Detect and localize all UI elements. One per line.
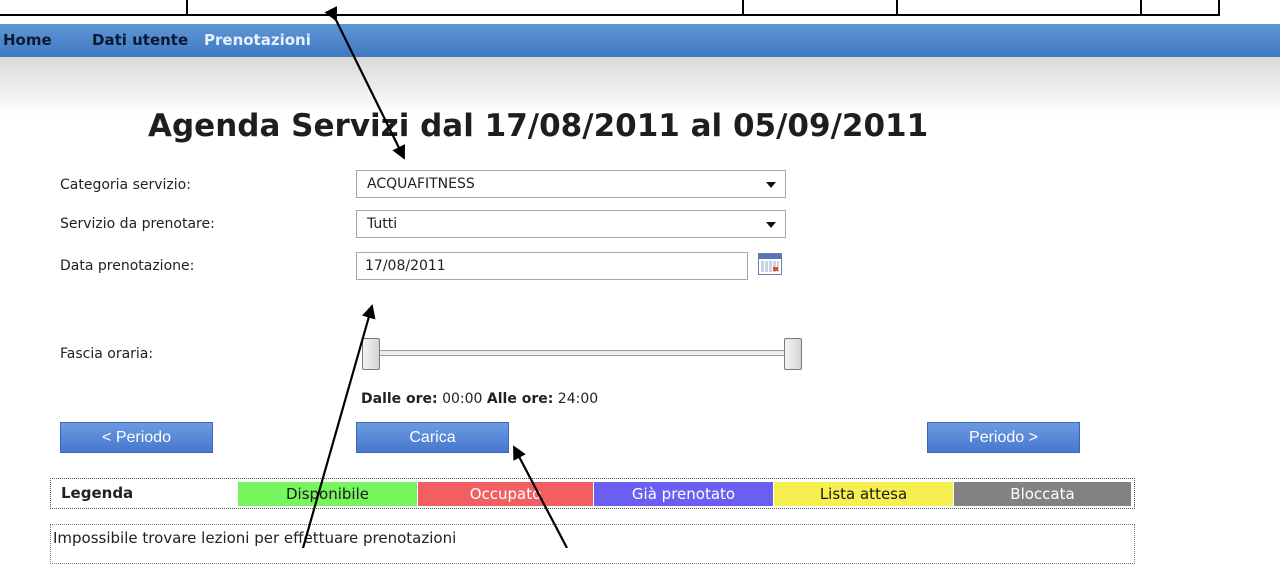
service-label: Servizio da prenotare: — [60, 216, 215, 232]
header-band — [0, 57, 1280, 115]
from-value: 00:00 — [442, 391, 483, 407]
next-period-button[interactable]: Periodo > — [927, 422, 1080, 453]
date-label: Data prenotazione: — [60, 258, 195, 274]
result-message: Impossibile trovare lezioni per effettua… — [53, 529, 457, 547]
table-cell — [186, 0, 744, 16]
load-button[interactable]: Carica — [356, 422, 509, 453]
chevron-down-icon — [766, 182, 776, 188]
table-cell — [742, 0, 898, 16]
previous-period-button[interactable]: < Periodo — [60, 422, 213, 453]
legend-already-booked: Già prenotato — [594, 482, 773, 506]
table-cell — [1140, 0, 1220, 16]
legend-blocked: Bloccata — [954, 482, 1131, 506]
category-select-value: ACQUAFITNESS — [367, 176, 475, 192]
legend-waiting-list: Lista attesa — [774, 482, 953, 506]
calendar-icon-mark — [773, 267, 778, 271]
to-label: Alle ore: — [486, 391, 554, 407]
time-range-end-handle[interactable] — [784, 338, 802, 370]
calendar-icon[interactable] — [758, 253, 782, 275]
to-value: 24:00 — [557, 391, 599, 407]
date-input[interactable] — [356, 252, 748, 280]
chevron-down-icon — [766, 222, 776, 228]
result-message-box: Impossibile trovare lezioni per effettua… — [50, 524, 1135, 564]
top-nav-bar: Home Dati utente Prenotazioni — [0, 24, 1280, 57]
legend-title: Legenda — [61, 484, 134, 502]
time-band-label: Fascia oraria: — [60, 346, 154, 362]
legend-bar: Legenda Disponibile Occupato Già prenota… — [50, 478, 1135, 509]
table-cell — [0, 0, 188, 16]
legend-occupied: Occupato — [418, 482, 593, 506]
page-title: Agenda Servizi dal 17/08/2011 al 05/09/2… — [148, 108, 929, 144]
time-range-track[interactable] — [374, 350, 790, 356]
nav-home-link[interactable]: Home — [3, 31, 52, 49]
service-select[interactable]: Tutti — [356, 210, 786, 238]
service-select-value: Tutti — [367, 216, 398, 232]
nav-bookings-link[interactable]: Prenotazioni — [204, 31, 311, 49]
from-label: Dalle ore: — [361, 391, 438, 407]
calendar-icon-header — [759, 254, 781, 259]
table-cell — [896, 0, 1142, 16]
category-label: Categoria servizio: — [60, 177, 191, 193]
legend-available: Disponibile — [238, 482, 417, 506]
time-range-start-handle[interactable] — [362, 338, 380, 370]
nav-user-data-link[interactable]: Dati utente — [92, 31, 188, 49]
top-table-strip — [0, 0, 1280, 18]
category-select[interactable]: ACQUAFITNESS — [356, 170, 786, 198]
time-range-readout: Dalle ore: 00:00 Alle ore: 24:00 — [361, 391, 598, 407]
